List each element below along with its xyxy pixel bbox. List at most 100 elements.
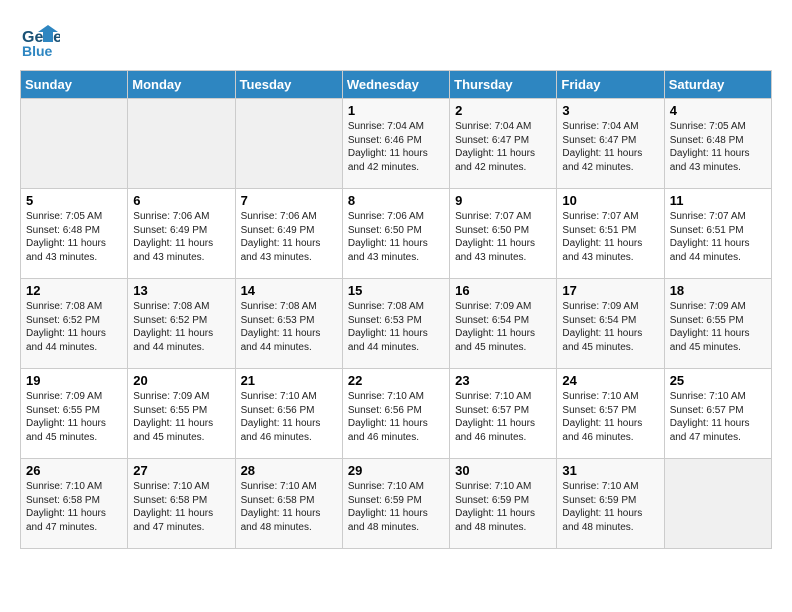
logo-icon: General Blue bbox=[20, 20, 60, 60]
day-number: 1 bbox=[348, 103, 444, 118]
day-info: Sunrise: 7:10 AMSunset: 6:56 PMDaylight:… bbox=[241, 390, 337, 444]
weekday-header-row: SundayMondayTuesdayWednesdayThursdayFrid… bbox=[21, 71, 772, 99]
page-header: General Blue bbox=[20, 20, 772, 60]
day-info: Sunrise: 7:07 AMSunset: 6:51 PMDaylight:… bbox=[562, 210, 658, 264]
day-number: 25 bbox=[670, 373, 766, 388]
calendar-cell: 28 Sunrise: 7:10 AMSunset: 6:58 PMDayligh… bbox=[235, 459, 342, 549]
calendar-week-4: 19 Sunrise: 7:09 AMSunset: 6:55 PMDayligh… bbox=[21, 369, 772, 459]
day-info: Sunrise: 7:09 AMSunset: 6:54 PMDaylight:… bbox=[455, 300, 551, 354]
day-info: Sunrise: 7:08 AMSunset: 6:52 PMDaylight:… bbox=[133, 300, 229, 354]
calendar-cell: 29 Sunrise: 7:10 AMSunset: 6:59 PMDayligh… bbox=[342, 459, 449, 549]
calendar-cell: 24 Sunrise: 7:10 AMSunset: 6:57 PMDayligh… bbox=[557, 369, 664, 459]
calendar-cell: 16 Sunrise: 7:09 AMSunset: 6:54 PMDayligh… bbox=[450, 279, 557, 369]
weekday-header-tuesday: Tuesday bbox=[235, 71, 342, 99]
calendar-cell: 26 Sunrise: 7:10 AMSunset: 6:58 PMDayligh… bbox=[21, 459, 128, 549]
day-info: Sunrise: 7:05 AMSunset: 6:48 PMDaylight:… bbox=[26, 210, 122, 264]
day-number: 12 bbox=[26, 283, 122, 298]
calendar-cell: 13 Sunrise: 7:08 AMSunset: 6:52 PMDayligh… bbox=[128, 279, 235, 369]
day-number: 27 bbox=[133, 463, 229, 478]
day-number: 31 bbox=[562, 463, 658, 478]
calendar-cell: 2Sunrise: 7:04 AMSunset: 6:47 PMDaylight… bbox=[450, 99, 557, 189]
calendar-cell: 31 Sunrise: 7:10 AMSunset: 6:59 PMDayligh… bbox=[557, 459, 664, 549]
calendar-cell: 27 Sunrise: 7:10 AMSunset: 6:58 PMDayligh… bbox=[128, 459, 235, 549]
day-number: 18 bbox=[670, 283, 766, 298]
svg-text:Blue: Blue bbox=[22, 43, 53, 59]
day-info: Sunrise: 7:06 AMSunset: 6:49 PMDaylight:… bbox=[133, 210, 229, 264]
day-info: Sunrise: 7:05 AMSunset: 6:48 PMDaylight:… bbox=[670, 120, 766, 174]
day-number: 22 bbox=[348, 373, 444, 388]
day-info: Sunrise: 7:06 AMSunset: 6:50 PMDaylight:… bbox=[348, 210, 444, 264]
day-number: 14 bbox=[241, 283, 337, 298]
day-number: 2 bbox=[455, 103, 551, 118]
day-info: Sunrise: 7:10 AMSunset: 6:57 PMDaylight:… bbox=[562, 390, 658, 444]
calendar-week-1: 1 Sunrise: 7:04 AMSunset: 6:46 PMDaylight… bbox=[21, 99, 772, 189]
calendar-cell: 23 Sunrise: 7:10 AMSunset: 6:57 PMDayligh… bbox=[450, 369, 557, 459]
day-info: Sunrise: 7:07 AMSunset: 6:51 PMDaylight:… bbox=[670, 210, 766, 264]
day-info: Sunrise: 7:08 AMSunset: 6:53 PMDaylight:… bbox=[241, 300, 337, 354]
day-number: 26 bbox=[26, 463, 122, 478]
day-info: Sunrise: 7:08 AMSunset: 6:53 PMDaylight:… bbox=[348, 300, 444, 354]
day-info: Sunrise: 7:10 AMSunset: 6:57 PMDaylight:… bbox=[670, 390, 766, 444]
day-info: Sunrise: 7:10 AMSunset: 6:59 PMDaylight:… bbox=[455, 480, 551, 534]
logo: General Blue bbox=[20, 20, 64, 60]
day-number: 23 bbox=[455, 373, 551, 388]
day-number: 15 bbox=[348, 283, 444, 298]
calendar-cell: 14 Sunrise: 7:08 AMSunset: 6:53 PMDayligh… bbox=[235, 279, 342, 369]
day-number: 19 bbox=[26, 373, 122, 388]
calendar-cell: 30Sunrise: 7:10 AMSunset: 6:59 PMDayligh… bbox=[450, 459, 557, 549]
weekday-header-saturday: Saturday bbox=[664, 71, 771, 99]
day-info: Sunrise: 7:10 AMSunset: 6:57 PMDaylight:… bbox=[455, 390, 551, 444]
calendar-cell bbox=[235, 99, 342, 189]
day-number: 8 bbox=[348, 193, 444, 208]
day-number: 13 bbox=[133, 283, 229, 298]
day-number: 17 bbox=[562, 283, 658, 298]
day-info: Sunrise: 7:09 AMSunset: 6:55 PMDaylight:… bbox=[133, 390, 229, 444]
calendar-cell: 3 Sunrise: 7:04 AMSunset: 6:47 PMDaylight… bbox=[557, 99, 664, 189]
calendar-cell: 4 Sunrise: 7:05 AMSunset: 6:48 PMDaylight… bbox=[664, 99, 771, 189]
day-number: 3 bbox=[562, 103, 658, 118]
calendar-week-5: 26 Sunrise: 7:10 AMSunset: 6:58 PMDayligh… bbox=[21, 459, 772, 549]
calendar-cell: 11 Sunrise: 7:07 AMSunset: 6:51 PMDayligh… bbox=[664, 189, 771, 279]
day-info: Sunrise: 7:04 AMSunset: 6:47 PMDaylight:… bbox=[562, 120, 658, 174]
calendar-cell: 17 Sunrise: 7:09 AMSunset: 6:54 PMDayligh… bbox=[557, 279, 664, 369]
day-info: Sunrise: 7:10 AMSunset: 6:58 PMDaylight:… bbox=[26, 480, 122, 534]
day-number: 5 bbox=[26, 193, 122, 208]
day-info: Sunrise: 7:10 AMSunset: 6:58 PMDaylight:… bbox=[133, 480, 229, 534]
day-number: 9 bbox=[455, 193, 551, 208]
day-info: Sunrise: 7:09 AMSunset: 6:55 PMDaylight:… bbox=[26, 390, 122, 444]
calendar-cell bbox=[664, 459, 771, 549]
day-info: Sunrise: 7:10 AMSunset: 6:59 PMDaylight:… bbox=[562, 480, 658, 534]
calendar-table: SundayMondayTuesdayWednesdayThursdayFrid… bbox=[20, 70, 772, 549]
day-number: 11 bbox=[670, 193, 766, 208]
day-number: 28 bbox=[241, 463, 337, 478]
calendar-cell: 6Sunrise: 7:06 AMSunset: 6:49 PMDaylight… bbox=[128, 189, 235, 279]
day-number: 29 bbox=[348, 463, 444, 478]
calendar-week-3: 12 Sunrise: 7:08 AMSunset: 6:52 PMDayligh… bbox=[21, 279, 772, 369]
day-number: 4 bbox=[670, 103, 766, 118]
calendar-cell: 18 Sunrise: 7:09 AMSunset: 6:55 PMDayligh… bbox=[664, 279, 771, 369]
day-number: 24 bbox=[562, 373, 658, 388]
day-info: Sunrise: 7:10 AMSunset: 6:59 PMDaylight:… bbox=[348, 480, 444, 534]
weekday-header-thursday: Thursday bbox=[450, 71, 557, 99]
calendar-cell: 9 Sunrise: 7:07 AMSunset: 6:50 PMDaylight… bbox=[450, 189, 557, 279]
day-info: Sunrise: 7:10 AMSunset: 6:58 PMDaylight:… bbox=[241, 480, 337, 534]
weekday-header-monday: Monday bbox=[128, 71, 235, 99]
day-number: 20 bbox=[133, 373, 229, 388]
calendar-cell: 19 Sunrise: 7:09 AMSunset: 6:55 PMDayligh… bbox=[21, 369, 128, 459]
day-info: Sunrise: 7:09 AMSunset: 6:55 PMDaylight:… bbox=[670, 300, 766, 354]
day-info: Sunrise: 7:07 AMSunset: 6:50 PMDaylight:… bbox=[455, 210, 551, 264]
day-number: 16 bbox=[455, 283, 551, 298]
calendar-cell: 21 Sunrise: 7:10 AMSunset: 6:56 PMDayligh… bbox=[235, 369, 342, 459]
calendar-cell: 12 Sunrise: 7:08 AMSunset: 6:52 PMDayligh… bbox=[21, 279, 128, 369]
calendar-cell: 8 Sunrise: 7:06 AMSunset: 6:50 PMDaylight… bbox=[342, 189, 449, 279]
weekday-header-sunday: Sunday bbox=[21, 71, 128, 99]
day-number: 10 bbox=[562, 193, 658, 208]
day-number: 7 bbox=[241, 193, 337, 208]
day-info: Sunrise: 7:09 AMSunset: 6:54 PMDaylight:… bbox=[562, 300, 658, 354]
day-info: Sunrise: 7:04 AMSunset: 6:46 PMDaylight:… bbox=[348, 120, 444, 174]
calendar-cell: 5 Sunrise: 7:05 AMSunset: 6:48 PMDaylight… bbox=[21, 189, 128, 279]
calendar-cell: 15 Sunrise: 7:08 AMSunset: 6:53 PMDayligh… bbox=[342, 279, 449, 369]
day-info: Sunrise: 7:08 AMSunset: 6:52 PMDaylight:… bbox=[26, 300, 122, 354]
calendar-cell: 7Sunrise: 7:06 AMSunset: 6:49 PMDaylight… bbox=[235, 189, 342, 279]
day-number: 21 bbox=[241, 373, 337, 388]
